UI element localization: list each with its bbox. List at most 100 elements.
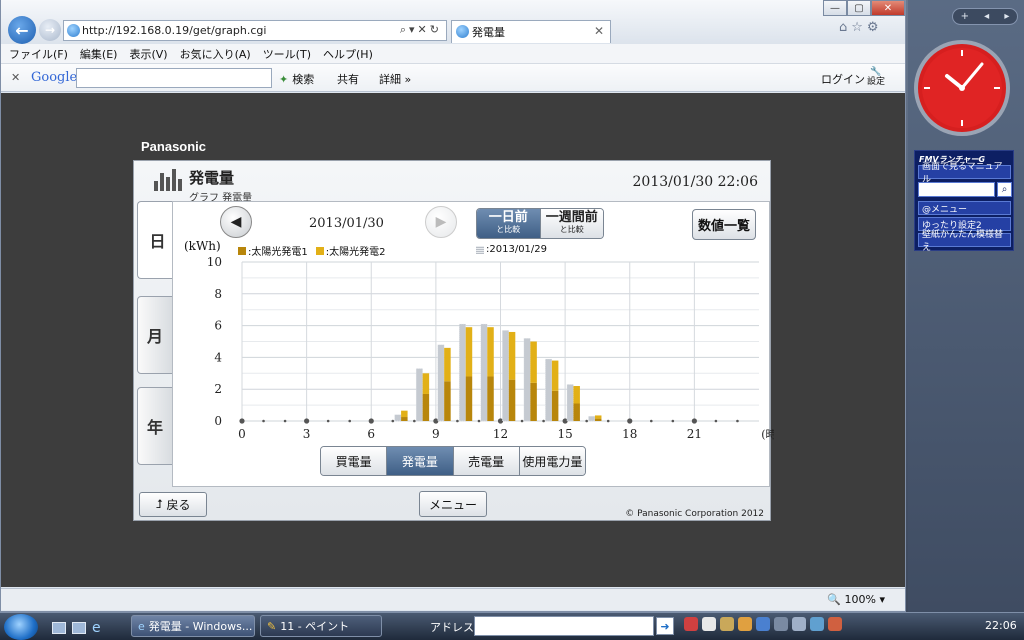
- triangle-right-icon: ▶: [435, 214, 447, 230]
- hour-marker: [520, 419, 524, 423]
- google-login-link[interactable]: ログイン: [821, 71, 865, 87]
- google-detail-button[interactable]: 詳細 »: [379, 71, 411, 87]
- forward-button[interactable]: →: [39, 19, 61, 41]
- previous-day-button[interactable]: ◀: [220, 206, 252, 238]
- menu-app-button[interactable]: メニュー: [419, 491, 487, 517]
- ie-page-icon: [67, 24, 80, 37]
- taskbar-item-paint[interactable]: ✎ 11 - ペイント: [260, 615, 382, 637]
- taskbar-clock: 22:06: [985, 619, 1017, 632]
- bar-compare: [523, 338, 531, 422]
- taskbar-address-input[interactable]: [474, 616, 654, 636]
- bar-solar2: [465, 327, 473, 377]
- menu-file[interactable]: ファイル(F): [9, 46, 68, 62]
- y-tick-label: 6: [214, 319, 222, 333]
- compare-previous-day-button[interactable]: 一日前 と比較: [477, 209, 540, 238]
- close-button[interactable]: ✕: [871, 0, 905, 16]
- tray-security-icon[interactable]: [828, 617, 842, 631]
- tray-folder-icon[interactable]: [720, 617, 734, 631]
- bar-solar2: [401, 410, 408, 418]
- menu-tools[interactable]: ツール(T): [263, 46, 311, 62]
- maximize-button[interactable]: ▢: [847, 0, 871, 16]
- bar-compare: [394, 414, 402, 422]
- address-tools-icons[interactable]: ⌕▾✕↻: [400, 23, 442, 37]
- value-list-button[interactable]: 数値一覧: [692, 209, 756, 240]
- bar-solar2: [444, 347, 451, 382]
- menu-help[interactable]: ヘルプ(H): [323, 46, 373, 62]
- ie-tab-icon: [456, 25, 469, 38]
- bar-solar1: [551, 390, 559, 421]
- bar-solar1: [594, 418, 602, 421]
- ie-icon: e: [138, 619, 145, 633]
- toolbar-close-icon[interactable]: ✕: [11, 71, 20, 84]
- compare-day-sublabel: と比較: [496, 224, 521, 234]
- triangle-left-icon: ◀: [230, 214, 242, 230]
- show-desktop-icon[interactable]: [52, 622, 66, 634]
- tab-day[interactable]: 日: [137, 201, 177, 279]
- segment-purchased-power[interactable]: 買電量: [321, 447, 387, 475]
- bar-solar2: [594, 415, 602, 419]
- fmv-item-wallpaper[interactable]: 壁紙かんたん模様替え: [918, 230, 1011, 253]
- segment-generated-power[interactable]: 発電量: [386, 447, 453, 475]
- hour-marker: [671, 419, 675, 423]
- zoom-level[interactable]: 🔍 100% ▾: [827, 593, 885, 606]
- segment-consumed-power[interactable]: 使用電力量: [518, 447, 585, 475]
- bar-solar1: [422, 393, 430, 421]
- tray-app-icon[interactable]: [684, 617, 698, 631]
- ime-icon[interactable]: [702, 617, 716, 631]
- bar-solar1: [487, 376, 494, 421]
- bar-solar1: [444, 381, 451, 421]
- back-app-button[interactable]: ⮥ 戻る: [139, 492, 207, 517]
- volume-icon[interactable]: [792, 617, 806, 631]
- fmv-search-icon[interactable]: ⌕: [997, 182, 1012, 197]
- browser-tab[interactable]: 発電量 ✕: [451, 20, 611, 43]
- address-url: http://192.168.0.19/get/graph.cgi: [82, 24, 267, 37]
- taskbar-item-ie[interactable]: e 発電量 - Windows...: [131, 615, 255, 637]
- fmv-launcher-gadget: FMVランチャーG 画面で見るマニュアル ⌕ @メニュー ゆったり設定2 壁紙か…: [914, 150, 1014, 253]
- google-search-button[interactable]: ✦ 検索: [279, 71, 314, 87]
- brand-logo: Panasonic: [141, 139, 207, 154]
- current-datetime: 2013/01/30 22:06: [632, 174, 759, 190]
- hour-marker: [649, 419, 653, 423]
- start-button[interactable]: [4, 614, 38, 640]
- tray-network-icon[interactable]: [738, 617, 752, 631]
- bar-compare: [566, 384, 574, 422]
- tab-month[interactable]: 月: [137, 296, 173, 374]
- tray-settings-icon[interactable]: [774, 617, 788, 631]
- toolbar-home-star-gear-icons[interactable]: ⌂☆⚙: [839, 20, 883, 35]
- y-tick-label: 0: [214, 414, 222, 428]
- y-tick-label: 8: [214, 287, 222, 301]
- menu-favorites[interactable]: お気に入り(A): [180, 46, 251, 62]
- gadget-controls[interactable]: + ◂ ▸: [952, 8, 1018, 25]
- hour-marker: [304, 418, 310, 424]
- tab-year[interactable]: 年: [137, 387, 173, 465]
- tab-close-icon[interactable]: ✕: [594, 24, 604, 38]
- back-button[interactable]: ←: [8, 16, 36, 44]
- x-tick-label: 12: [493, 427, 508, 441]
- address-bar[interactable]: http://192.168.0.19/get/graph.cgi ⌕▾✕↻: [63, 20, 447, 41]
- menu-view[interactable]: 表示(V): [129, 46, 167, 62]
- google-settings-button[interactable]: 🔧 設定: [867, 67, 885, 87]
- hour-marker: [585, 419, 588, 423]
- segment-sold-power[interactable]: 売電量: [452, 447, 519, 475]
- minimize-button[interactable]: —: [823, 0, 847, 16]
- google-search-label: 検索: [292, 73, 315, 86]
- help-icon[interactable]: [756, 617, 770, 631]
- data-type-selector: 買電量 発電量 売電量 使用電力量: [320, 446, 586, 476]
- fmv-search-input[interactable]: [918, 182, 995, 197]
- go-arrow-icon[interactable]: ➜: [656, 617, 674, 635]
- bar-solar2: [422, 373, 430, 394]
- google-search-input[interactable]: [76, 68, 272, 88]
- switch-windows-icon[interactable]: [72, 622, 86, 634]
- hour-marker: [456, 419, 459, 423]
- next-day-button[interactable]: ▶: [425, 206, 457, 238]
- menu-bar: ファイル(F) 編集(E) 表示(V) お気に入り(A) ツール(T) ヘルプ(…: [1, 44, 905, 64]
- fmv-item-menu[interactable]: @メニュー: [918, 201, 1011, 215]
- ie-launch-icon[interactable]: e: [92, 620, 101, 636]
- menu-edit[interactable]: 編集(E): [80, 46, 118, 62]
- compare-previous-week-button[interactable]: 一週間前 と比較: [539, 209, 603, 238]
- x-tick-label: 18: [622, 427, 637, 441]
- tray-misc-icon[interactable]: [810, 617, 824, 631]
- hour-marker: [691, 418, 697, 424]
- google-share-button[interactable]: 共有: [337, 71, 359, 87]
- fmv-item-manual[interactable]: 画面で見るマニュアル: [918, 162, 1011, 185]
